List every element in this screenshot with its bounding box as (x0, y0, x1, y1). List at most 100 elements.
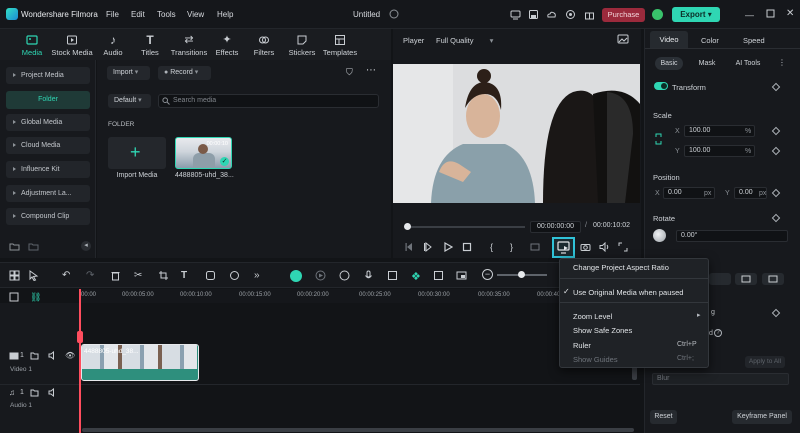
purchase-button[interactable]: Purchase (602, 8, 645, 22)
subtab-ai-tools[interactable]: AI Tools (733, 57, 763, 70)
apply-to-all-button[interactable]: Apply to All (745, 356, 785, 368)
more-icon[interactable]: ⋮ (778, 58, 786, 67)
text-tool-icon[interactable]: T (181, 270, 192, 281)
blur-dropdown[interactable]: Blur (652, 373, 789, 385)
speaker-icon[interactable] (48, 388, 57, 397)
nav-global-media[interactable]: Global Media (6, 114, 90, 131)
import-dropdown[interactable]: Import ▾ (107, 66, 150, 80)
crop-button[interactable] (762, 273, 784, 285)
link-icon[interactable] (654, 132, 663, 146)
display-settings-button[interactable] (552, 237, 575, 258)
filter-icon[interactable]: ⛉ (346, 67, 353, 78)
camera-icon[interactable] (580, 242, 591, 252)
fullscreen-icon[interactable] (618, 242, 628, 252)
collapse-panel-icon[interactable]: ◂ (81, 241, 91, 251)
snap-icon[interactable]: ❖ (411, 270, 422, 283)
split-scissors-icon[interactable]: ✂ (134, 270, 145, 281)
audio-mix-icon[interactable] (387, 270, 398, 281)
keyframe-panel-button[interactable]: Keyframe Panel (732, 410, 792, 424)
nav-project-media[interactable]: Project Media (6, 67, 90, 84)
new-folder-icon[interactable] (9, 242, 20, 251)
stop-icon[interactable] (462, 242, 472, 252)
more-tools-icon[interactable]: » (254, 270, 265, 281)
marker-icon[interactable] (339, 270, 350, 281)
tab-media[interactable]: Media (10, 33, 54, 59)
menu-file[interactable]: File (106, 10, 119, 19)
tab-speed[interactable]: Speed (743, 36, 765, 45)
select-tool-icon[interactable] (28, 270, 39, 281)
mark-in-icon[interactable]: { (490, 242, 500, 252)
menu-item-change-aspect-ratio[interactable]: Change Project Aspect Ratio (573, 263, 669, 272)
delete-icon[interactable] (110, 270, 121, 281)
reset-button[interactable]: Reset (650, 410, 677, 424)
save-icon[interactable] (528, 9, 539, 20)
folder-add-icon[interactable] (28, 242, 39, 251)
monitor-icon[interactable] (510, 9, 521, 20)
nav-influence-kit[interactable]: Influence Kit (6, 161, 90, 178)
menu-item-ruler[interactable]: Ruler (573, 341, 591, 350)
menu-tools[interactable]: Tools (157, 10, 176, 19)
grid-icon[interactable] (9, 270, 20, 281)
timeline-horizontal-scrollbar[interactable] (82, 428, 634, 432)
undo-icon[interactable]: ↶ (62, 270, 73, 281)
add-track-icon[interactable] (9, 292, 19, 302)
tab-stock-media[interactable]: Stock Media (50, 33, 94, 59)
zoom-out-icon[interactable]: − (482, 269, 493, 280)
play-icon[interactable] (443, 242, 453, 252)
rotate-field[interactable]: 0.00° (676, 230, 788, 242)
menu-help[interactable]: Help (217, 10, 233, 19)
cloud-status-icon[interactable] (389, 9, 399, 19)
minimize-icon[interactable]: — (745, 10, 754, 20)
scrub-bar[interactable] (408, 226, 525, 228)
menu-item-use-original-media[interactable]: Use Original Media when paused (573, 288, 683, 297)
speaker-icon[interactable] (48, 351, 57, 360)
color-icon[interactable] (229, 270, 240, 281)
maximize-icon[interactable] (766, 9, 775, 18)
render-icon[interactable] (530, 242, 540, 252)
flip-vertical-button[interactable] (709, 273, 731, 285)
redo-icon[interactable]: ↷ (86, 270, 97, 281)
nav-cloud-media[interactable]: Cloud Media (6, 137, 90, 154)
shape-icon[interactable] (205, 270, 216, 281)
nav-compound-clip[interactable]: Compound Clip (6, 208, 90, 225)
flip-horizontal-button[interactable] (735, 273, 757, 285)
eye-icon[interactable]: 👁 (65, 351, 75, 360)
menu-edit[interactable]: Edit (131, 10, 145, 19)
microphone-icon[interactable] (363, 270, 374, 281)
video-preview[interactable] (393, 64, 640, 203)
record-dropdown[interactable]: ● Record ▾ (158, 66, 211, 80)
help-icon[interactable]: ? (714, 329, 722, 337)
folder-icon[interactable] (30, 388, 39, 397)
rotate-dial[interactable] (653, 229, 666, 242)
transform-toggle[interactable] (654, 82, 668, 90)
menu-item-zoom-level[interactable]: Zoom Level (573, 312, 612, 321)
current-timecode[interactable]: 00:00:00:00 (530, 221, 581, 233)
nav-adjustment-layer[interactable]: Adjustment La... (6, 185, 90, 202)
crop-icon[interactable] (158, 270, 169, 281)
menu-item-show-safe-zones[interactable]: Show Safe Zones (573, 326, 632, 335)
menu-view[interactable]: View (187, 10, 204, 19)
prev-frame-icon[interactable] (423, 242, 433, 252)
more-icon[interactable]: ⋯ (366, 65, 376, 76)
picture-in-picture-icon[interactable] (456, 270, 467, 281)
timeline-video-clip[interactable]: 4488805-uhd_38... (81, 344, 199, 381)
import-media-tile[interactable]: + (108, 137, 166, 169)
scrub-handle[interactable] (404, 223, 411, 230)
tab-color[interactable]: Color (701, 36, 719, 45)
snapshot-icon[interactable] (617, 34, 629, 44)
media-clip-thumbnail[interactable]: 00:00:10 ✓ (175, 137, 232, 169)
playhead[interactable] (79, 289, 81, 433)
subtab-basic[interactable]: Basic (655, 57, 683, 70)
quality-dropdown[interactable]: Full Quality ▾ (436, 36, 493, 45)
nav-folder[interactable]: Folder (6, 91, 90, 109)
tab-titles[interactable]: T Titles (128, 33, 172, 59)
tab-video[interactable]: Video (650, 31, 688, 48)
subtab-mask[interactable]: Mask (695, 57, 719, 70)
volume-icon[interactable] (599, 242, 609, 252)
gift-icon[interactable] (584, 9, 595, 20)
support-icon[interactable] (565, 9, 576, 20)
sort-dropdown[interactable]: Default ▾ (108, 94, 151, 108)
tab-templates[interactable]: Templates (318, 33, 362, 59)
link-clips-icon[interactable]: ⛓ (30, 292, 41, 303)
search-input[interactable]: Search media (158, 94, 379, 108)
